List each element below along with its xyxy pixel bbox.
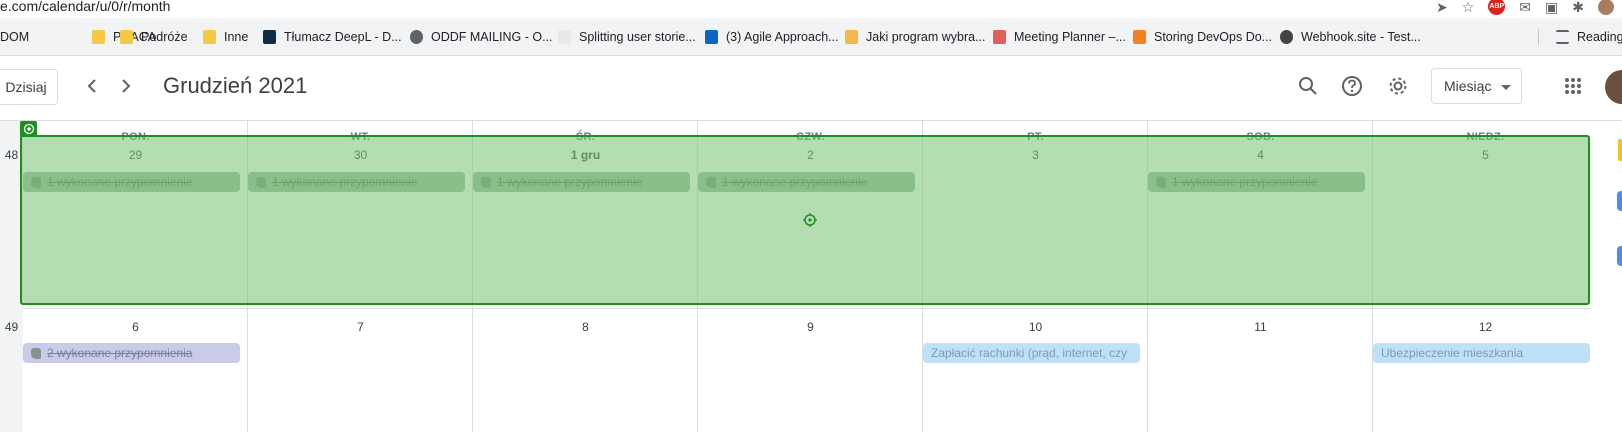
profile-avatar-icon[interactable] <box>1598 0 1614 15</box>
bookmark-item[interactable]: Jaki program wybra... <box>845 28 985 46</box>
bookmark-label: Podróże <box>141 30 188 44</box>
day-number[interactable]: 9 <box>698 320 923 334</box>
chevron-left-icon[interactable] <box>76 70 108 102</box>
event-title: 2 wykonane przypomnienia <box>47 346 193 360</box>
bookmark-label: DOM <box>0 30 30 44</box>
bookmark-label: Splitting user storie... <box>579 30 696 44</box>
puzzle-icon[interactable]: ✱ <box>1572 0 1584 14</box>
bookmark-label: Inne <box>224 30 249 44</box>
bookmark-item[interactable]: DOM <box>0 28 29 46</box>
browser-toolbar-icons: ➤ ☆ ABP ✉ ▣ ✱ <box>1436 0 1614 15</box>
folder-icon <box>203 30 216 44</box>
day-number[interactable]: 11 <box>1148 320 1373 334</box>
help-icon[interactable] <box>1336 70 1368 102</box>
bookmark-item[interactable]: Tłumacz DeepL - D... <box>263 28 402 46</box>
reading-list-label: Reading <box>1577 30 1622 44</box>
gear-icon[interactable] <box>1382 70 1414 102</box>
bookmark-label: ODDF MAILING - O... <box>431 30 553 44</box>
week-divider <box>23 308 1591 309</box>
reading-list-icon <box>1556 30 1569 44</box>
bookmark-item[interactable]: Webhook.site - Test... <box>1280 28 1421 46</box>
event-chip[interactable]: Zapłacić rachunki (prąd, internet, czy <box>923 343 1140 363</box>
apps-grid-icon[interactable] <box>1557 70 1589 102</box>
star-icon[interactable]: ☆ <box>1462 0 1475 14</box>
week-number[interactable]: 49 <box>0 320 23 334</box>
side-panel-stub <box>1594 121 1622 432</box>
bookmark-label: Storing DevOps Do... <box>1154 30 1273 44</box>
event-title: Zapłacić rachunki (prąd, internet, czy <box>931 346 1128 360</box>
day-number[interactable]: 6 <box>23 320 248 334</box>
month-grid: PON.WT.ŚR.CZW.PT.SOB.NIEDZ.4829301 gru23… <box>0 120 1622 432</box>
bookmarks-bar: DOM PRACA Podróże Inne Tłumacz DeepL - D... O… <box>0 18 1622 56</box>
calendar-header: Dzisiaj Grudzień 2021 Miesiąc <box>0 56 1622 120</box>
event-chip[interactable]: Ubezpieczenie mieszkania <box>1373 343 1590 363</box>
day-number[interactable]: 10 <box>923 320 1148 334</box>
day-number[interactable]: 7 <box>248 320 473 334</box>
day-number[interactable]: 12 <box>1373 320 1598 334</box>
page-title: Grudzień 2021 <box>163 73 308 98</box>
bookmark-label: Meeting Planner –... <box>1014 30 1126 44</box>
bookmark-label: (3) Agile Approach... <box>726 30 839 44</box>
event-title: Ubezpieczenie mieszkania <box>1381 346 1524 360</box>
target-icon <box>20 121 37 137</box>
folder-icon <box>120 30 133 44</box>
bookmark-label: Jaki program wybra... <box>866 30 986 44</box>
browser-address-bar[interactable]: e.com/calendar/u/0/r/month ➤ ☆ ABP ✉ ▣ ✱ <box>0 0 1622 18</box>
page-icon <box>558 30 571 44</box>
globe-icon <box>410 30 423 44</box>
reminder-hand-icon <box>31 347 41 359</box>
deepl-icon <box>263 30 276 44</box>
extension-icon[interactable]: ▣ <box>1545 0 1558 14</box>
bookmark-item[interactable]: Podróże <box>120 28 188 46</box>
chevron-right-icon[interactable] <box>110 70 142 102</box>
bookmark-item[interactable]: ODDF MAILING - O... <box>410 28 553 46</box>
bookmark-item[interactable]: Storing DevOps Do... <box>1133 28 1272 46</box>
folder-icon <box>92 30 105 44</box>
webhook-icon <box>1280 30 1293 44</box>
mail-extension-icon[interactable]: ✉ <box>1519 0 1531 14</box>
bookmark-item[interactable]: Meeting Planner –... <box>993 28 1126 46</box>
bookmark-item[interactable]: Splitting user storie... <box>558 28 696 46</box>
handshake-icon <box>845 30 858 44</box>
crosshair-icon <box>803 213 817 227</box>
linkedin-icon <box>705 30 718 44</box>
bookmark-item[interactable]: Inne <box>203 28 248 46</box>
bookmark-label: Webhook.site - Test... <box>1301 30 1421 44</box>
event-chip[interactable]: 2 wykonane przypomnienia <box>23 343 240 363</box>
send-icon[interactable]: ➤ <box>1436 0 1448 14</box>
keep-icon[interactable] <box>1618 139 1622 161</box>
calendar-app: e.com/calendar/u/0/r/month ➤ ☆ ABP ✉ ▣ ✱… <box>0 0 1622 432</box>
bookmark-label: Tłumacz DeepL - D... <box>284 30 402 44</box>
stackoverflow-icon <box>1133 30 1146 44</box>
avatar[interactable] <box>1605 70 1622 104</box>
bookmarks-separator <box>1538 29 1539 45</box>
view-selector-label: Miesiąc <box>1444 78 1492 94</box>
tasks-icon[interactable] <box>1617 191 1622 211</box>
address-url[interactable]: e.com/calendar/u/0/r/month <box>0 0 170 14</box>
contacts-icon[interactable] <box>1617 246 1622 266</box>
bookmark-item[interactable]: (3) Agile Approach... <box>705 28 839 46</box>
day-number[interactable]: 8 <box>473 320 698 334</box>
view-selector[interactable]: Miesiąc <box>1431 68 1522 104</box>
dots-icon <box>993 30 1006 44</box>
search-icon[interactable] <box>1292 70 1324 102</box>
adblock-icon[interactable]: ABP <box>1488 0 1506 15</box>
reading-list-button[interactable]: Reading <box>1556 28 1622 46</box>
today-button[interactable]: Dzisiaj <box>0 69 58 105</box>
caret-down-icon <box>1501 85 1511 90</box>
